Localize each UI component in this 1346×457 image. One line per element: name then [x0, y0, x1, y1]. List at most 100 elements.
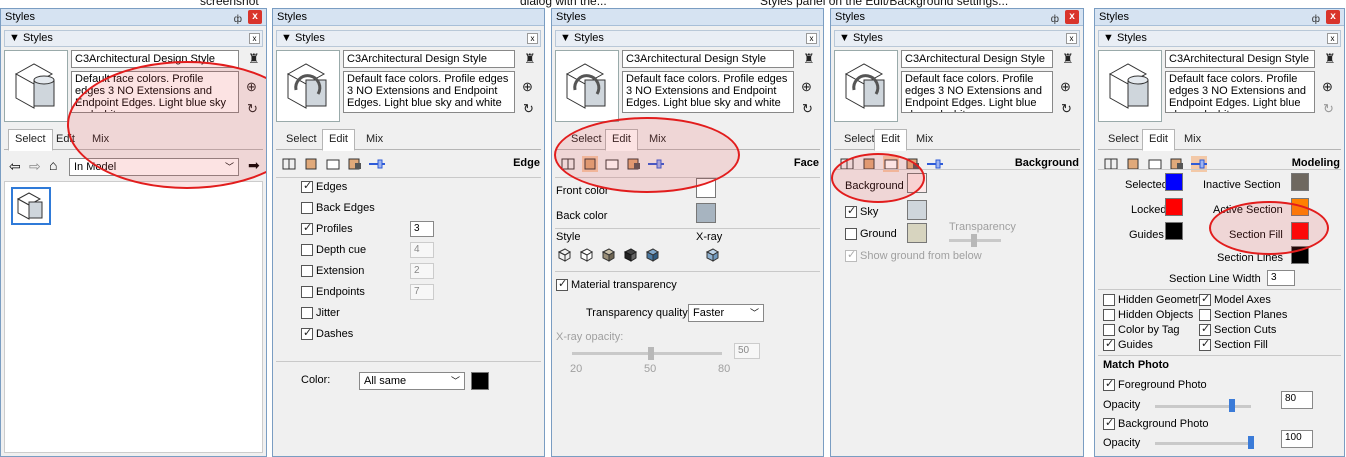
section-line-width-input[interactable]: 3: [1267, 270, 1295, 286]
style-description-field[interactable]: Default face colors. Profile edges 3 NO …: [622, 71, 794, 113]
edge-option-checkbox[interactable]: [301, 202, 313, 214]
watermark-settings-icon[interactable]: [626, 156, 642, 172]
create-style-icon[interactable]: ♜: [803, 51, 815, 67]
styles-section-header[interactable]: ▼ Styles x: [276, 30, 541, 47]
display-option-checkbox[interactable]: [1199, 322, 1211, 336]
ground-color-swatch[interactable]: [907, 223, 927, 243]
edge-option-checkbox[interactable]: [301, 244, 313, 256]
update-style-icon[interactable]: ⊕: [522, 79, 533, 95]
create-style-icon[interactable]: ♜: [248, 51, 260, 67]
style-description-field[interactable]: Default face colors. Profile edges 3 NO …: [901, 71, 1053, 113]
style-description-field[interactable]: Default face colors. Profile edges 3 NO …: [343, 71, 515, 113]
create-style-icon[interactable]: ♜: [1324, 51, 1336, 67]
refresh-icon[interactable]: ↻: [247, 101, 258, 117]
edge-option-row[interactable]: Endpoints: [301, 286, 365, 298]
style-name-field[interactable]: C3Architectural Design Style: [71, 50, 239, 68]
pin-icon[interactable]: ф: [1051, 11, 1059, 28]
tab-mix[interactable]: Mix: [86, 130, 115, 150]
create-style-icon[interactable]: ♜: [1062, 51, 1074, 67]
tab-edit[interactable]: Edit: [50, 130, 81, 150]
style-name-field[interactable]: C3Architectural Design Style: [343, 50, 515, 68]
show-ground-row[interactable]: Show ground from below: [845, 248, 982, 262]
update-style-icon[interactable]: ⊕: [1060, 79, 1071, 95]
style-description-field[interactable]: Default face colors. Profile edges 3 NO …: [71, 71, 239, 113]
background-opacity-value[interactable]: 100: [1281, 430, 1313, 448]
close-icon[interactable]: x: [248, 10, 262, 24]
update-style-icon[interactable]: ⊕: [246, 79, 257, 95]
back-color-swatch[interactable]: [696, 203, 716, 223]
display-option-checkbox[interactable]: [1199, 292, 1211, 306]
ground-row[interactable]: Ground: [845, 228, 897, 240]
edge-option-row[interactable]: Profiles: [301, 221, 353, 235]
refresh-icon[interactable]: ↻: [1061, 101, 1072, 117]
forward-arrow-icon[interactable]: ⇨: [29, 158, 41, 175]
inactive-section-swatch[interactable]: [1291, 173, 1309, 191]
display-option-checkbox[interactable]: [1103, 324, 1115, 336]
selected-color-swatch[interactable]: [1165, 173, 1183, 191]
edge-option-value[interactable]: 2: [410, 263, 434, 279]
xray-toggle-icon[interactable]: [704, 247, 720, 263]
modeling-settings-icon[interactable]: [369, 156, 385, 172]
edge-color-swatch[interactable]: [471, 372, 489, 390]
tab-select[interactable]: Select: [280, 130, 323, 150]
ground-transparency-knob[interactable]: [971, 234, 977, 247]
tab-edit[interactable]: Edit: [605, 129, 638, 151]
edge-option-checkbox[interactable]: [301, 265, 313, 277]
refresh-icon[interactable]: ↻: [1323, 101, 1334, 117]
show-ground-checkbox[interactable]: [845, 248, 857, 262]
active-section-swatch[interactable]: [1291, 198, 1309, 216]
display-option-row[interactable]: Model Axes: [1199, 292, 1271, 306]
section-close-icon[interactable]: x: [1327, 33, 1338, 44]
tab-select[interactable]: Select: [8, 129, 53, 151]
styles-section-header[interactable]: ▼ Styles x: [555, 30, 820, 47]
collection-dropdown[interactable]: In Model ﹀: [69, 158, 239, 176]
style-item-selected[interactable]: [11, 187, 51, 225]
display-option-checkbox[interactable]: [1199, 337, 1211, 351]
watermark-settings-icon[interactable]: [347, 156, 363, 172]
close-icon[interactable]: x: [1326, 10, 1340, 24]
guides-color-swatch[interactable]: [1165, 222, 1183, 240]
edge-option-row[interactable]: Dashes: [301, 326, 353, 340]
edge-option-value[interactable]: 3: [410, 221, 434, 237]
shaded-style-icon[interactable]: [600, 247, 616, 263]
section-close-icon[interactable]: x: [1066, 33, 1077, 44]
edge-option-checkbox[interactable]: [301, 286, 313, 298]
background-photo-row[interactable]: Background Photo: [1103, 416, 1209, 430]
shaded-textures-style-icon[interactable]: [622, 247, 638, 263]
display-option-row[interactable]: Section Planes: [1199, 309, 1287, 321]
background-settings-icon[interactable]: [604, 156, 620, 172]
foreground-photo-row[interactable]: Foreground Photo: [1103, 377, 1207, 391]
sky-color-swatch[interactable]: [907, 200, 927, 220]
tab-edit[interactable]: Edit: [322, 129, 355, 151]
close-icon[interactable]: x: [1065, 10, 1079, 24]
material-transparency-row[interactable]: Material transparency: [556, 277, 677, 291]
hidden-line-style-icon[interactable]: [578, 247, 594, 263]
styles-section-header[interactable]: ▼ Styles x: [834, 30, 1080, 47]
create-style-icon[interactable]: ♜: [524, 51, 536, 67]
display-option-checkbox[interactable]: [1103, 294, 1115, 306]
foreground-photo-checkbox[interactable]: [1103, 377, 1115, 391]
background-opacity-knob[interactable]: [1248, 436, 1254, 449]
edge-option-checkbox[interactable]: [301, 326, 313, 340]
transparency-quality-dropdown[interactable]: Faster ﹀: [688, 304, 764, 322]
sky-checkbox[interactable]: [845, 204, 857, 218]
style-description-field[interactable]: Default face colors. Profile edges 3 NO …: [1165, 71, 1315, 113]
face-settings-icon[interactable]: [303, 156, 319, 172]
section-close-icon[interactable]: x: [806, 33, 817, 44]
foreground-opacity-knob[interactable]: [1228, 399, 1235, 412]
foreground-opacity-value[interactable]: 80: [1281, 391, 1313, 409]
locked-color-swatch[interactable]: [1165, 198, 1183, 216]
tab-mix[interactable]: Mix: [360, 130, 389, 150]
xray-opacity-value[interactable]: 50: [734, 343, 760, 359]
tab-select[interactable]: Select: [565, 130, 608, 150]
edge-option-row[interactable]: Extension: [301, 265, 364, 277]
tab-mix[interactable]: Mix: [910, 130, 939, 150]
refresh-icon[interactable]: ↻: [802, 101, 813, 117]
home-icon[interactable]: ⌂: [49, 157, 57, 173]
styles-section-header[interactable]: ▼ Styles x: [1098, 30, 1341, 47]
tab-mix[interactable]: Mix: [643, 130, 672, 150]
display-option-row[interactable]: Color by Tag: [1103, 324, 1180, 336]
tab-mix[interactable]: Mix: [1178, 130, 1207, 150]
section-lines-swatch[interactable]: [1291, 246, 1309, 264]
section-fill-swatch[interactable]: [1291, 222, 1309, 240]
